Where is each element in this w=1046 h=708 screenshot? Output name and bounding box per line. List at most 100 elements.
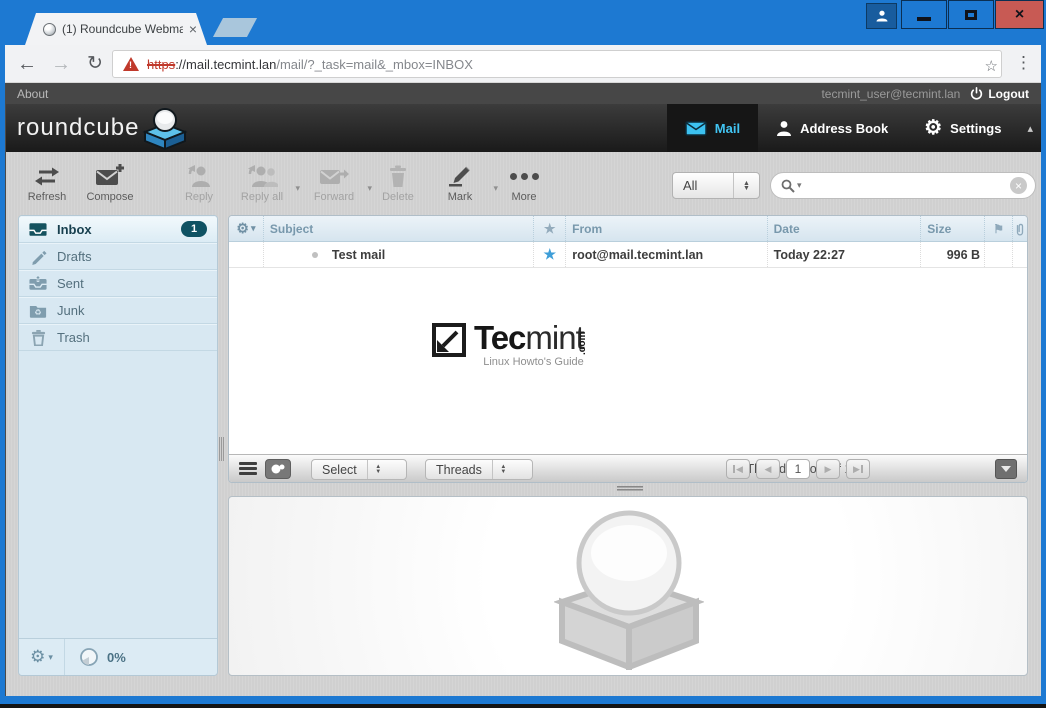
flag-column-icon: ⚑ — [993, 222, 1004, 236]
logged-in-user: tecmint_user@tecmint.lan — [821, 87, 960, 101]
logout-button[interactable]: Logout — [970, 87, 1029, 101]
new-tab-button[interactable] — [213, 18, 257, 37]
threads-spinner-icon: ▲▼ — [492, 460, 514, 479]
column-date[interactable]: Date — [767, 216, 921, 241]
preview-splitter[interactable] — [617, 486, 643, 492]
message-subject[interactable]: Test mail — [263, 242, 533, 267]
about-link[interactable]: About — [17, 87, 48, 101]
unread-dot-icon — [312, 252, 318, 258]
folder-list-footer: ⚙ ▾ 0% — [19, 638, 217, 675]
nav-mail[interactable]: Mail — [667, 104, 758, 152]
folder-junk[interactable]: ♻ Junk — [19, 297, 217, 324]
nav-settings[interactable]: ⚙ Settings — [906, 104, 1019, 152]
browser-toolbar: ← → ↻ ! https://mail.tecmint.lan/mail/?_… — [0, 45, 1046, 83]
browser-profile-button[interactable] — [866, 3, 897, 29]
roundcube-header: roundcube Mail Address Bo — [5, 104, 1041, 152]
layout-toggle-button[interactable] — [265, 459, 291, 479]
maximize-icon — [965, 10, 977, 20]
nav-address-book[interactable]: Address Book — [758, 104, 906, 152]
delete-button[interactable]: Delete — [364, 160, 432, 212]
threads-dropdown[interactable]: Threads ▲▼ — [425, 459, 533, 480]
folder-sent[interactable]: Sent — [19, 270, 217, 297]
mark-button[interactable]: Mark ▾ — [426, 160, 494, 212]
more-button[interactable]: More — [490, 160, 558, 212]
minimize-button[interactable] — [901, 0, 947, 29]
search-box[interactable]: ▾ × — [770, 172, 1036, 199]
svg-text:♻: ♻ — [34, 308, 41, 317]
list-options-button[interactable]: ⚙ ▾ — [229, 216, 263, 241]
search-clear-icon[interactable]: × — [1010, 177, 1027, 194]
maximize-button[interactable] — [948, 0, 994, 29]
message-from: root@mail.tecmint.lan — [565, 242, 766, 267]
browser-menu-icon[interactable]: ⋮ — [1015, 53, 1032, 73]
window-border-right — [1041, 45, 1046, 696]
search-icon[interactable] — [781, 179, 795, 193]
compose-button[interactable]: Compose — [76, 160, 144, 212]
refresh-button[interactable]: Refresh — [13, 160, 81, 212]
desktop-edge — [0, 704, 1046, 708]
message-star-toggle[interactable]: ★ — [533, 242, 565, 267]
column-star[interactable]: ★ — [533, 216, 565, 241]
page-prev-button[interactable]: ◀ — [756, 459, 780, 479]
preview-pane-toggle-button[interactable] — [995, 459, 1017, 479]
collapse-header-icon[interactable]: ▴ — [1019, 122, 1041, 135]
sidebar-splitter[interactable] — [219, 437, 226, 461]
forward-button[interactable]: Forward ▾ — [300, 160, 368, 212]
message-size: 996 B — [920, 242, 984, 267]
message-list-footer: Select ▲▼ Threads ▲▼ Threads 1 to 1 of 1… — [229, 454, 1027, 482]
message-date: Today 22:27 — [767, 242, 921, 267]
list-options-gear-icon: ⚙ — [236, 220, 249, 237]
list-menu-icon[interactable] — [239, 462, 257, 475]
tecmint-arrow-icon — [431, 322, 467, 358]
message-row[interactable]: Test mail ★ root@mail.tecmint.lan Today … — [229, 242, 1027, 268]
address-bar[interactable]: ! https://mail.tecmint.lan/mail/?_task=m… — [112, 50, 1002, 78]
reply-all-button[interactable]: Reply all ▾ — [228, 160, 296, 212]
column-attachment[interactable] — [1012, 216, 1027, 241]
select-dropdown[interactable]: Select ▲▼ — [311, 459, 407, 480]
page-first-button[interactable]: ◀ — [726, 459, 750, 479]
settings-gear-icon: ⚙ — [924, 118, 942, 138]
power-icon — [970, 87, 983, 100]
bookmark-star-icon[interactable]: ☆ — [985, 57, 998, 75]
forward-button[interactable]: → — [48, 51, 74, 77]
close-window-button[interactable]: × — [995, 0, 1044, 29]
quota-percent: 0% — [107, 650, 126, 665]
taskbar: Mail Address Book ⚙ Settings ▴ — [667, 104, 1041, 152]
column-flag[interactable]: ⚑ — [984, 216, 1012, 241]
reply-all-icon — [246, 160, 278, 188]
column-subject[interactable]: Subject — [263, 216, 533, 241]
folder-trash[interactable]: Trash — [19, 324, 217, 351]
column-from[interactable]: From — [565, 216, 767, 241]
folder-inbox[interactable]: Inbox 1 — [19, 216, 217, 243]
folder-drafts[interactable]: Drafts — [19, 243, 217, 270]
page-last-button[interactable]: ▶ — [846, 459, 870, 479]
close-icon: × — [1015, 7, 1024, 23]
minimize-icon — [917, 17, 931, 21]
roundcube-favicon-icon — [43, 23, 56, 36]
roundcube-logo: roundcube — [17, 106, 189, 150]
refresh-icon — [34, 160, 60, 188]
star-column-icon: ★ — [544, 221, 556, 237]
search-scope-select[interactable]: All ▲▼ — [672, 172, 760, 199]
message-list-header: ⚙ ▾ Subject ★ From Date Size ⚑ — [229, 216, 1027, 242]
flagged-star-icon: ★ — [543, 246, 556, 263]
trash-icon — [29, 329, 47, 346]
junk-icon: ♻ — [29, 303, 47, 318]
tab-close-icon[interactable]: × — [189, 22, 197, 36]
tab-title: (1) Roundcube Webmail — [62, 22, 183, 36]
folder-actions-button[interactable]: ⚙ ▾ — [19, 639, 65, 675]
reply-button[interactable]: Reply — [165, 160, 233, 212]
url-path: /mail/?_task=mail&_mbox=INBOX — [276, 57, 473, 72]
back-button[interactable]: ← — [14, 51, 40, 77]
mail-view: Refresh Compose Reply Reply all ▾ Forwar… — [5, 152, 1041, 696]
more-dots-icon — [510, 160, 539, 188]
page-next-button[interactable]: ▶ — [816, 459, 840, 479]
reply-icon — [187, 160, 211, 188]
search-input[interactable] — [802, 178, 1010, 193]
quota-indicator: 0% — [65, 647, 126, 667]
ssl-warning-icon[interactable]: ! — [123, 57, 139, 71]
roundcube-cube-icon — [141, 106, 189, 150]
column-size[interactable]: Size — [920, 216, 984, 241]
reload-button[interactable]: ↻ — [82, 51, 108, 77]
browser-tab[interactable]: (1) Roundcube Webmail × — [25, 13, 207, 45]
